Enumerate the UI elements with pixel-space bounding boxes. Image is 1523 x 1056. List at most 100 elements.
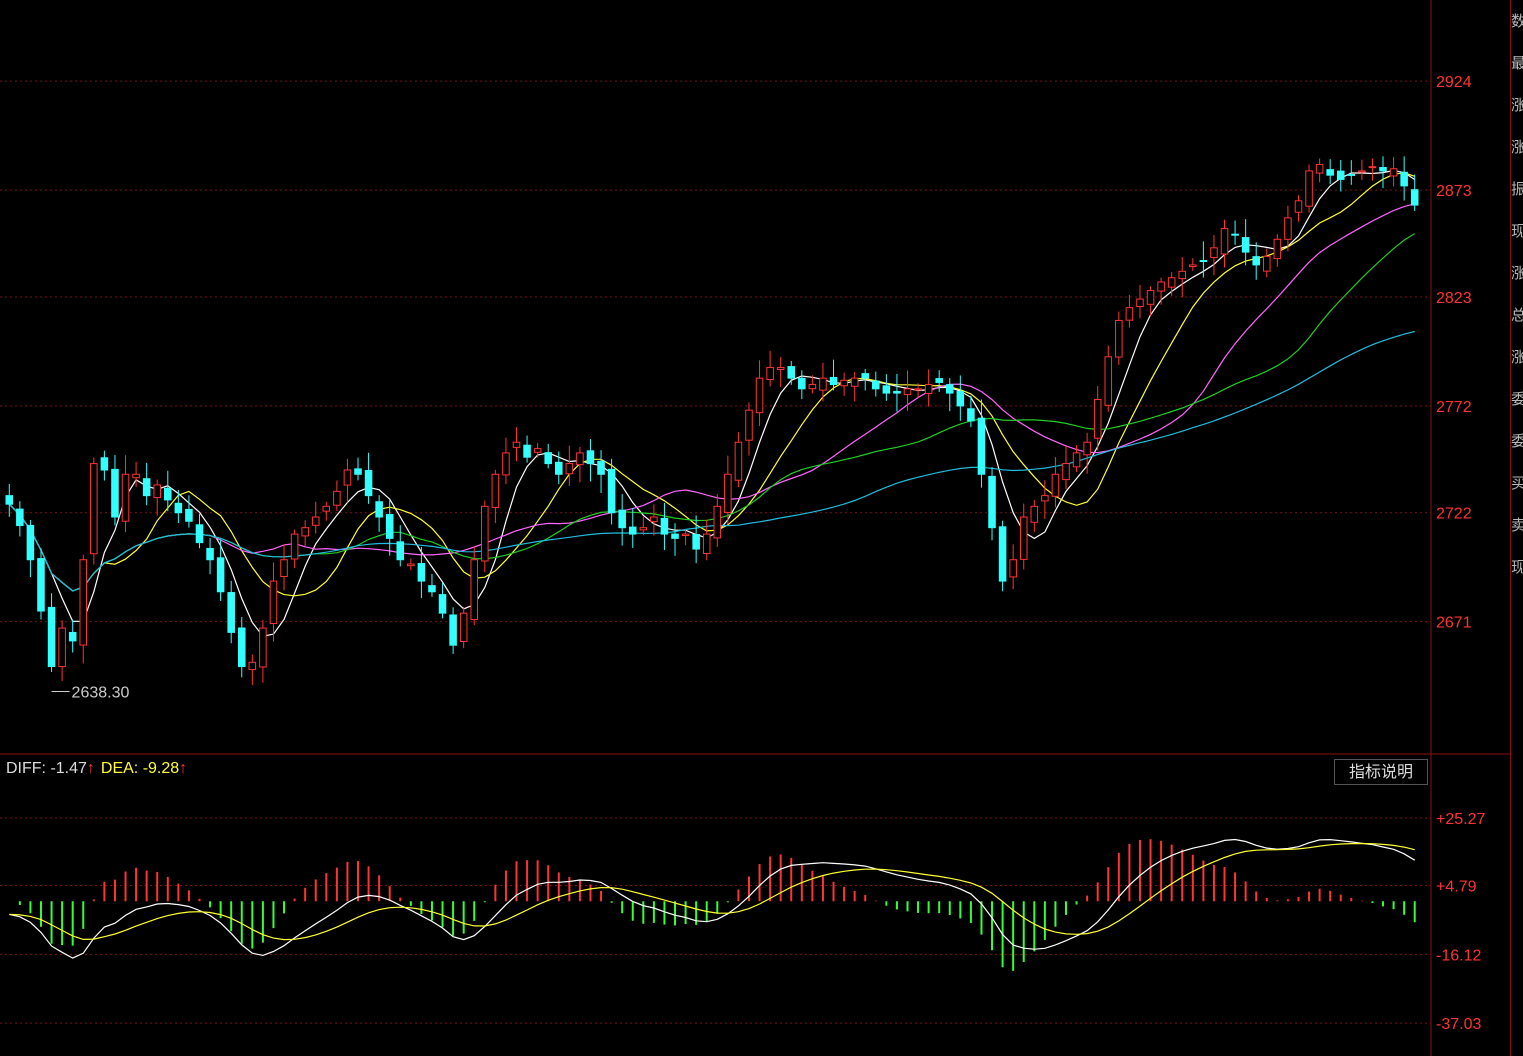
candlestick xyxy=(68,619,77,653)
candlestick xyxy=(755,360,764,426)
candle-body-up xyxy=(269,580,278,624)
candle-body-up xyxy=(1284,217,1292,240)
candlestick xyxy=(1019,503,1028,570)
candlestick xyxy=(1062,446,1070,490)
candle-body-up xyxy=(850,377,859,387)
candle-body-up xyxy=(1093,399,1102,439)
candlestick xyxy=(607,458,616,525)
candlestick xyxy=(47,593,56,672)
candlestick xyxy=(216,539,225,601)
diff-label: DIFF: -1.47 xyxy=(6,760,87,777)
candle-body-down xyxy=(185,508,193,522)
candle-body-up xyxy=(914,388,922,391)
candle-body-up xyxy=(776,366,785,370)
candlestick xyxy=(840,372,848,396)
candlestick xyxy=(872,371,880,397)
candlestick xyxy=(1051,457,1060,508)
candle-body-up xyxy=(650,516,658,523)
candle-body-up xyxy=(766,366,774,380)
side-label: 买 xyxy=(1511,462,1523,504)
candlestick xyxy=(100,450,109,481)
candle-body-down xyxy=(47,606,56,668)
candle-body-up xyxy=(1189,264,1197,268)
price-tick-label: 2722 xyxy=(1436,506,1472,523)
candle-body-up xyxy=(1315,164,1324,174)
candle-body-up xyxy=(1041,495,1049,502)
grid-lines xyxy=(0,80,1431,1024)
candle-body-up xyxy=(565,463,574,475)
candle-body-up xyxy=(280,559,288,577)
candle-body-down xyxy=(417,563,426,582)
price-axis: 2924 2873 2823 2772 2722 2671 +25.27 +4.79 -16.1… xyxy=(1436,74,1485,1033)
candlestick xyxy=(1400,156,1408,201)
candlestick xyxy=(502,437,510,485)
candle-body-up xyxy=(1019,516,1028,560)
candle-body-down xyxy=(798,377,806,390)
candle-body-up xyxy=(343,469,352,486)
candle-body-up xyxy=(407,563,415,567)
candle-body-down xyxy=(385,513,394,539)
ma10-line xyxy=(8,172,1415,597)
candle-body-down xyxy=(364,470,373,497)
candlestick xyxy=(1326,159,1334,185)
candlestick xyxy=(1368,158,1377,181)
candle-body-up xyxy=(259,627,267,668)
indicator-help-button[interactable]: 指标说明 xyxy=(1334,759,1428,785)
side-label: 总 xyxy=(1511,294,1523,336)
candle-body-up xyxy=(533,448,542,453)
candlestick xyxy=(1125,294,1134,328)
candle-body-down xyxy=(1347,173,1356,176)
candle-body-down xyxy=(237,627,246,668)
candle-body-up xyxy=(132,473,140,479)
candle-body-down xyxy=(671,533,679,539)
candle-body-up xyxy=(819,377,827,391)
candle-body-down xyxy=(111,468,119,518)
candle-body-up xyxy=(734,441,743,481)
candlestick xyxy=(787,361,796,385)
candlestick xyxy=(533,443,542,458)
candle-body-down xyxy=(628,526,637,535)
candle-body-down xyxy=(142,478,151,497)
candlestick xyxy=(311,501,320,534)
candle-body-down xyxy=(100,457,109,471)
candlestick xyxy=(1252,242,1260,280)
candlestick xyxy=(385,500,394,556)
candlestick xyxy=(956,375,965,421)
candlestick xyxy=(1305,164,1313,213)
candlestick xyxy=(882,374,891,401)
candle-body-down xyxy=(37,558,45,612)
ma60-line xyxy=(8,330,1415,592)
candlestick xyxy=(766,350,774,387)
candle-body-down xyxy=(872,380,880,390)
candle-body-up xyxy=(903,388,912,396)
candle-body-up xyxy=(1125,307,1134,321)
candlestick xyxy=(248,654,257,685)
candlestick xyxy=(576,446,584,483)
ma30-line xyxy=(8,233,1416,592)
candle-body-up xyxy=(79,559,88,646)
candlestick xyxy=(597,450,605,494)
candlestick xyxy=(628,508,637,548)
candlestick xyxy=(343,458,352,503)
candle-body-down xyxy=(26,524,35,561)
candlestick xyxy=(1030,499,1039,533)
side-label: 振 xyxy=(1511,168,1523,210)
candlestick xyxy=(227,580,235,644)
candle-body-up xyxy=(1273,238,1282,260)
side-label: 涨 xyxy=(1511,84,1523,126)
candle-body-up xyxy=(1305,170,1313,207)
candle-body-down xyxy=(988,475,996,529)
candle-body-up xyxy=(924,384,933,395)
candle-body-up xyxy=(1167,277,1176,288)
chart-canvas[interactable]: 2638.30 2924 2873 2823 2772 2722 2671 +25.27 +4… xyxy=(0,0,1523,1056)
candle-body-up xyxy=(755,377,764,414)
candlestick xyxy=(26,520,35,578)
side-label: 卖 xyxy=(1511,504,1523,546)
candlestick xyxy=(37,548,45,620)
candle-body-down xyxy=(597,460,605,475)
candle-body-up xyxy=(481,505,489,562)
candle-body-up xyxy=(745,409,753,441)
candlestick xyxy=(1315,158,1324,183)
candlestick xyxy=(903,370,912,411)
candle-body-down xyxy=(945,384,954,394)
